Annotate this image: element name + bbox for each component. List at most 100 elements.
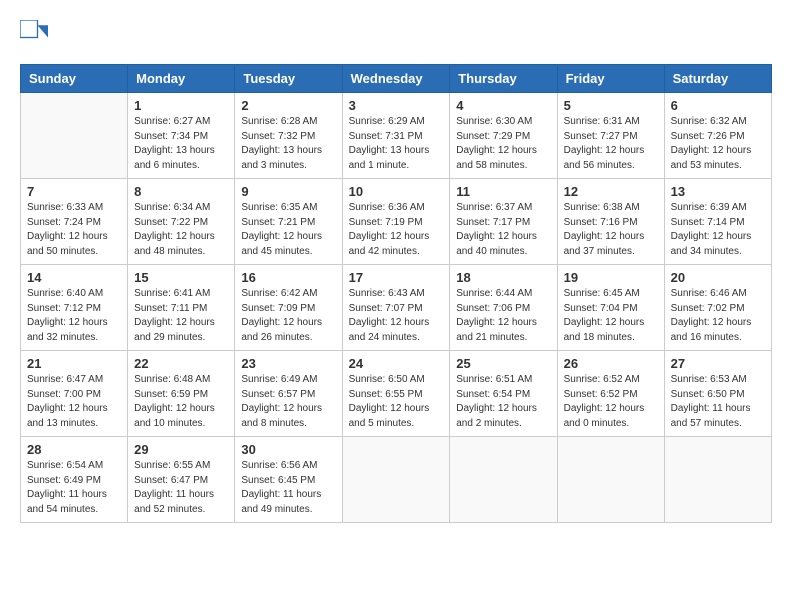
day-number: 24 [349,356,444,371]
calendar-cell [342,437,450,523]
day-info: Sunrise: 6:46 AM Sunset: 7:02 PM Dayligh… [671,287,765,345]
calendar-week-5: 28 Sunrise: 6:54 AM Sunset: 6:49 PM Dayli… [21,437,772,523]
calendar-cell: 7 Sunrise: 6:33 AM Sunset: 7:24 PM Daylig… [21,179,128,265]
calendar-cell: 12 Sunrise: 6:38 AM Sunset: 7:16 PM Dayli… [557,179,664,265]
calendar-cell: 27Sunrise: 6:53 AM Sunset: 6:50 PM Dayli… [664,351,771,437]
weekday-header-sunday: Sunday [21,65,128,93]
calendar-cell [664,437,771,523]
day-info: Sunrise: 6:35 AM Sunset: 7:21 PM Dayligh… [241,201,335,259]
page-header [20,20,772,48]
weekday-header-saturday: Saturday [664,65,771,93]
calendar-cell: 4 Sunrise: 6:30 AM Sunset: 7:29 PM Daylig… [450,93,557,179]
day-number: 20 [671,270,765,285]
calendar-week-3: 14 Sunrise: 6:40 AM Sunset: 7:12 PM Dayli… [21,265,772,351]
calendar-cell: 1Sunrise: 6:27 AM Sunset: 7:34 PM Daylig… [128,93,235,179]
calendar-cell: 16Sunrise: 6:42 AM Sunset: 7:09 PM Dayli… [235,265,342,351]
day-number: 28 [27,442,121,457]
calendar-week-2: 7 Sunrise: 6:33 AM Sunset: 7:24 PM Daylig… [21,179,772,265]
calendar-cell: 15 Sunrise: 6:41 AM Sunset: 7:11 PM Dayli… [128,265,235,351]
day-info: Sunrise: 6:34 AM Sunset: 7:22 PM Dayligh… [134,201,228,259]
weekday-header-monday: Monday [128,65,235,93]
day-info: Sunrise: 6:56 AM Sunset: 6:45 PM Dayligh… [241,459,335,517]
calendar-cell: 25Sunrise: 6:51 AM Sunset: 6:54 PM Dayli… [450,351,557,437]
day-info: Sunrise: 6:29 AM Sunset: 7:31 PM Dayligh… [349,115,444,173]
day-info: Sunrise: 6:32 AM Sunset: 7:26 PM Dayligh… [671,115,765,173]
day-info: Sunrise: 6:39 AM Sunset: 7:14 PM Dayligh… [671,201,765,259]
logo-icon [20,20,48,48]
logo [20,20,52,48]
day-info: Sunrise: 6:38 AM Sunset: 7:16 PM Dayligh… [564,201,658,259]
day-number: 17 [349,270,444,285]
calendar-cell: 10Sunrise: 6:36 AM Sunset: 7:19 PM Dayli… [342,179,450,265]
day-number: 21 [27,356,121,371]
calendar-cell: 28 Sunrise: 6:54 AM Sunset: 6:49 PM Dayli… [21,437,128,523]
day-info: Sunrise: 6:45 AM Sunset: 7:04 PM Dayligh… [564,287,658,345]
day-number: 11 [456,184,550,199]
day-info: Sunrise: 6:37 AM Sunset: 7:17 PM Dayligh… [456,201,550,259]
calendar-cell: 19 Sunrise: 6:45 AM Sunset: 7:04 PM Dayli… [557,265,664,351]
day-info: Sunrise: 6:47 AM Sunset: 7:00 PM Dayligh… [27,373,121,431]
weekday-header-friday: Friday [557,65,664,93]
day-number: 22 [134,356,228,371]
calendar-header-row: SundayMondayTuesdayWednesdayThursdayFrid… [21,65,772,93]
day-number: 5 [564,98,658,113]
day-info: Sunrise: 6:42 AM Sunset: 7:09 PM Dayligh… [241,287,335,345]
day-number: 14 [27,270,121,285]
calendar-cell [21,93,128,179]
day-info: Sunrise: 6:44 AM Sunset: 7:06 PM Dayligh… [456,287,550,345]
day-number: 15 [134,270,228,285]
weekday-header-wednesday: Wednesday [342,65,450,93]
day-number: 8 [134,184,228,199]
calendar-cell: 18 Sunrise: 6:44 AM Sunset: 7:06 PM Dayli… [450,265,557,351]
day-info: Sunrise: 6:52 AM Sunset: 6:52 PM Dayligh… [564,373,658,431]
day-number: 2 [241,98,335,113]
calendar-cell: 13 Sunrise: 6:39 AM Sunset: 7:14 PM Dayli… [664,179,771,265]
day-info: Sunrise: 6:50 AM Sunset: 6:55 PM Dayligh… [349,373,444,431]
day-number: 3 [349,98,444,113]
day-number: 6 [671,98,765,113]
day-number: 30 [241,442,335,457]
calendar-cell: 26 Sunrise: 6:52 AM Sunset: 6:52 PM Dayli… [557,351,664,437]
calendar-cell: 3 Sunrise: 6:29 AM Sunset: 7:31 PM Daylig… [342,93,450,179]
calendar-cell: 14 Sunrise: 6:40 AM Sunset: 7:12 PM Dayli… [21,265,128,351]
calendar-cell: 23Sunrise: 6:49 AM Sunset: 6:57 PM Dayli… [235,351,342,437]
calendar-cell: 6 Sunrise: 6:32 AM Sunset: 7:26 PM Daylig… [664,93,771,179]
day-number: 19 [564,270,658,285]
weekday-header-thursday: Thursday [450,65,557,93]
day-number: 29 [134,442,228,457]
day-info: Sunrise: 6:31 AM Sunset: 7:27 PM Dayligh… [564,115,658,173]
calendar-cell: 17 Sunrise: 6:43 AM Sunset: 7:07 PM Dayli… [342,265,450,351]
calendar-cell [450,437,557,523]
day-info: Sunrise: 6:40 AM Sunset: 7:12 PM Dayligh… [27,287,121,345]
day-info: Sunrise: 6:41 AM Sunset: 7:11 PM Dayligh… [134,287,228,345]
day-info: Sunrise: 6:43 AM Sunset: 7:07 PM Dayligh… [349,287,444,345]
calendar-cell: 2Sunrise: 6:28 AM Sunset: 7:32 PM Daylig… [235,93,342,179]
calendar-week-1: 1Sunrise: 6:27 AM Sunset: 7:34 PM Daylig… [21,93,772,179]
day-number: 26 [564,356,658,371]
day-number: 27 [671,356,765,371]
day-number: 23 [241,356,335,371]
day-info: Sunrise: 6:51 AM Sunset: 6:54 PM Dayligh… [456,373,550,431]
day-info: Sunrise: 6:33 AM Sunset: 7:24 PM Dayligh… [27,201,121,259]
day-number: 13 [671,184,765,199]
calendar-cell: 5 Sunrise: 6:31 AM Sunset: 7:27 PM Daylig… [557,93,664,179]
calendar-cell: 8 Sunrise: 6:34 AM Sunset: 7:22 PM Daylig… [128,179,235,265]
day-number: 9 [241,184,335,199]
day-number: 10 [349,184,444,199]
day-number: 7 [27,184,121,199]
day-number: 18 [456,270,550,285]
calendar-cell: 29Sunrise: 6:55 AM Sunset: 6:47 PM Dayli… [128,437,235,523]
calendar-cell: 11 Sunrise: 6:37 AM Sunset: 7:17 PM Dayli… [450,179,557,265]
day-info: Sunrise: 6:48 AM Sunset: 6:59 PM Dayligh… [134,373,228,431]
day-info: Sunrise: 6:54 AM Sunset: 6:49 PM Dayligh… [27,459,121,517]
day-number: 12 [564,184,658,199]
calendar-cell: 20 Sunrise: 6:46 AM Sunset: 7:02 PM Dayli… [664,265,771,351]
calendar-table: SundayMondayTuesdayWednesdayThursdayFrid… [20,64,772,523]
calendar-cell: 30 Sunrise: 6:56 AM Sunset: 6:45 PM Dayli… [235,437,342,523]
calendar-cell: 22 Sunrise: 6:48 AM Sunset: 6:59 PM Dayli… [128,351,235,437]
day-info: Sunrise: 6:30 AM Sunset: 7:29 PM Dayligh… [456,115,550,173]
calendar-week-4: 21 Sunrise: 6:47 AM Sunset: 7:00 PM Dayli… [21,351,772,437]
day-number: 4 [456,98,550,113]
weekday-header-tuesday: Tuesday [235,65,342,93]
calendar-cell: 24 Sunrise: 6:50 AM Sunset: 6:55 PM Dayli… [342,351,450,437]
